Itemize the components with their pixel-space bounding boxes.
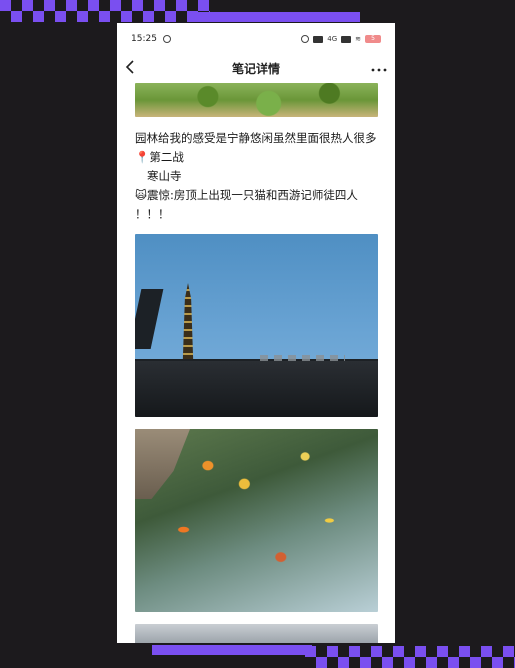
alarm-icon xyxy=(301,35,310,43)
chevron-left-icon xyxy=(125,59,134,74)
page-title: 笔记详情 xyxy=(231,61,280,76)
more-dots-icon xyxy=(371,68,387,72)
photo-detail-spire xyxy=(182,283,194,361)
photo-detail-rocks xyxy=(135,429,190,499)
koi-pond-photo[interactable] xyxy=(135,429,378,612)
location-line: 📍第二战 xyxy=(135,150,184,164)
temple-roof-photo[interactable] xyxy=(135,234,378,417)
notification-icon xyxy=(162,35,171,43)
hd-icon xyxy=(313,35,324,43)
wifi-icon: ≋ xyxy=(355,35,361,43)
note-content: 园林给我的感受是宁静悠闲虽然里面很热人很多 📍第二战 寒山寺 🙀震惊:房顶上出现… xyxy=(117,83,395,643)
back-button[interactable] xyxy=(125,59,145,78)
signal-label: 4G xyxy=(327,35,338,43)
signal-icon xyxy=(341,35,352,43)
lotus-pond-photo[interactable] xyxy=(135,83,378,117)
decorative-checker-top xyxy=(0,0,210,22)
decorative-bar-bottom xyxy=(152,645,312,655)
battery-icon: 5 xyxy=(365,35,381,43)
decorative-checker-bottom xyxy=(305,646,515,668)
photo-detail-roof xyxy=(135,361,378,417)
decorative-bar-top xyxy=(190,12,360,22)
surprise-line: 🙀震惊:房顶上出现一只猫和西游记师徒四人 xyxy=(135,188,358,202)
nav-bar: 笔记详情 xyxy=(117,55,395,81)
next-photo[interactable] xyxy=(135,624,378,643)
status-time: 15:25 xyxy=(131,34,157,44)
place-line: 寒山寺 xyxy=(147,169,182,183)
note-text: 园林给我的感受是宁静悠闲虽然里面很热人很多 📍第二战 寒山寺 🙀震惊:房顶上出现… xyxy=(135,129,378,224)
exclaim-line: ！！！ xyxy=(135,207,170,221)
more-button[interactable] xyxy=(371,60,387,76)
phone-screen: 15:25 4G ≋ 5 笔记详情 园林给我的感受是宁静悠闲虽然里面很热人很多 … xyxy=(117,23,395,643)
note-paragraph: 园林给我的感受是宁静悠闲虽然里面很热人很多 xyxy=(135,131,377,145)
status-bar: 15:25 4G ≋ 5 xyxy=(117,23,395,55)
photo-detail-post xyxy=(135,289,164,349)
